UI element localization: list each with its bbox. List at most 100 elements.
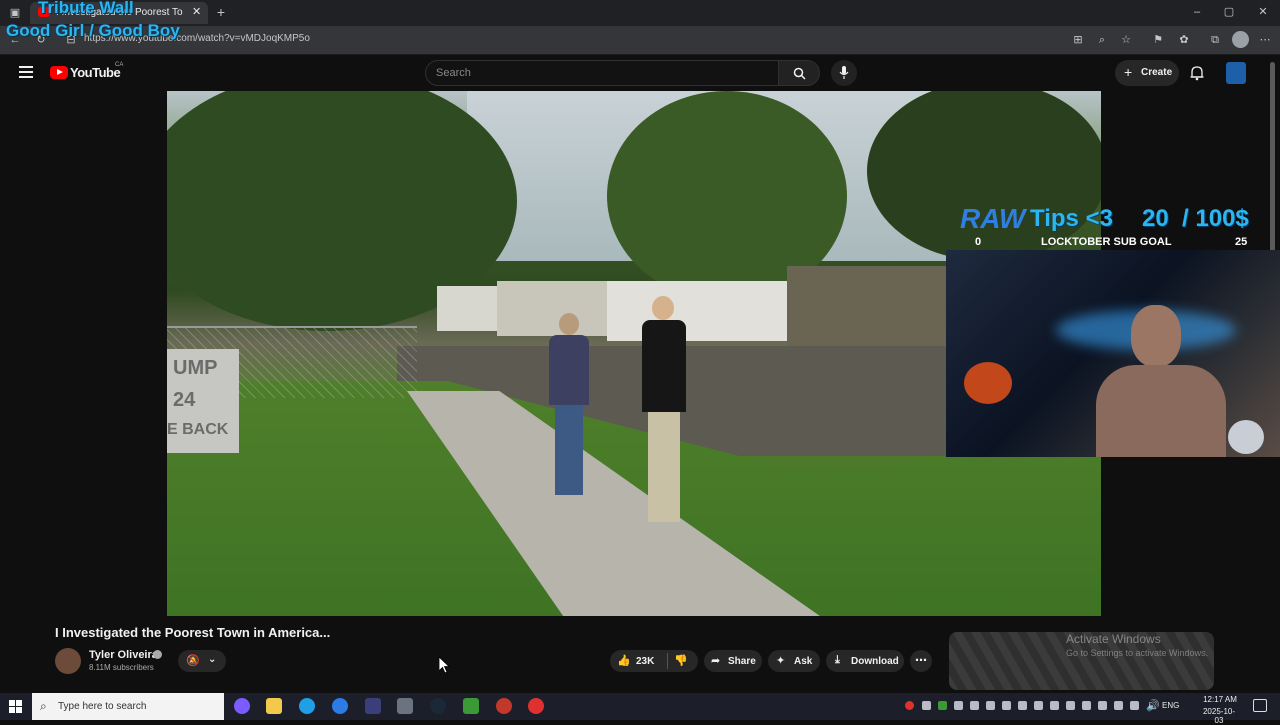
yard-sign-text: UMP	[173, 357, 218, 379]
sparkle-icon: ✦	[776, 655, 786, 667]
goal-label: LOCKTOBER SUB GOAL	[1041, 236, 1172, 248]
more-actions-button[interactable]: ⋯	[910, 650, 932, 672]
raw-logo-text: RAW	[960, 203, 1026, 234]
steam-icon[interactable]	[430, 698, 446, 714]
tips-progress: 20 / 100$	[1142, 205, 1249, 232]
verified-badge-icon	[153, 650, 162, 659]
tray-icon[interactable]	[1082, 701, 1091, 710]
favorite-star-icon[interactable]: ☆	[1119, 33, 1133, 47]
tab-actions-icon[interactable]: ▣	[8, 6, 22, 20]
tray-icon[interactable]	[1098, 701, 1107, 710]
app-icon[interactable]	[463, 698, 479, 714]
ask-button[interactable]: ✦ Ask	[768, 650, 820, 672]
voice-search-button[interactable]	[831, 60, 857, 86]
goal-end-value: 25	[1235, 236, 1248, 248]
settings-gear-icon[interactable]	[397, 698, 413, 714]
zoom-icon[interactable]: ⌕	[1095, 33, 1109, 47]
video-house	[787, 266, 947, 356]
ask-label: Ask	[794, 656, 813, 667]
more-dots-icon: ⋯	[915, 653, 927, 667]
tips-label: Tips <3	[1030, 205, 1113, 232]
page-scrollbar[interactable]	[1270, 62, 1275, 252]
taskbar-search-box[interactable]: ⌕ Type here to search	[32, 693, 224, 720]
tray-icon[interactable]	[938, 701, 947, 710]
video-person-left	[549, 313, 589, 503]
activate-windows-subtitle: Go to Settings to activate Windows.	[1066, 648, 1209, 658]
maximize-icon[interactable]: ▢	[1222, 5, 1236, 19]
youtube-logo-icon[interactable]	[50, 66, 68, 79]
share-label: Share	[728, 656, 756, 667]
share-button[interactable]: ➦ Share	[704, 650, 762, 672]
windows-taskbar: ⌕ Type here to search 🔊 ENG 12:17 AM 202…	[0, 693, 1280, 725]
download-button[interactable]: ⤓ Download	[826, 650, 904, 672]
collections-icon[interactable]: ⧉	[1208, 33, 1222, 47]
channel-name[interactable]: Tyler Oliveira	[89, 649, 158, 661]
notifications-center-icon[interactable]	[1253, 699, 1267, 712]
tray-icon[interactable]	[1050, 701, 1059, 710]
tray-icon[interactable]	[954, 701, 963, 710]
language-indicator[interactable]: ENG	[1162, 701, 1179, 710]
extensions-puzzle-icon[interactable]: ✿	[1177, 33, 1191, 47]
subscription-button[interactable]: 🔕 ⌄	[178, 650, 226, 672]
notifications-bell-icon[interactable]	[1190, 65, 1204, 81]
dislike-icon[interactable]: 👎	[674, 654, 688, 667]
clock-date[interactable]: 2025-10-03	[1199, 707, 1239, 725]
tray-icon[interactable]	[1066, 701, 1075, 710]
tray-icon[interactable]	[1130, 701, 1139, 710]
app-available-icon[interactable]: ⊞	[1071, 33, 1085, 47]
streamer-body	[1096, 365, 1226, 457]
edge-browser-icon[interactable]	[299, 698, 315, 714]
tray-icon[interactable]	[1002, 701, 1011, 710]
like-count[interactable]: 23K	[636, 656, 654, 667]
app-icon[interactable]	[496, 698, 512, 714]
profile-avatar[interactable]	[1232, 31, 1249, 48]
app-icon[interactable]	[332, 698, 348, 714]
tray-icon[interactable]	[1018, 701, 1027, 710]
browser-menu-icon[interactable]: ⋯	[1258, 33, 1272, 47]
pumpkin-decoration	[964, 362, 1012, 404]
menu-hamburger-icon[interactable]	[19, 66, 33, 78]
search-icon	[793, 67, 806, 80]
goal-start-value: 0	[975, 236, 982, 248]
tray-icon[interactable]	[970, 701, 979, 710]
youtube-logo-text[interactable]: YouTube	[70, 65, 121, 80]
browser-tab-bar: ▣ I Investigated the Poorest To ✕ + – ▢ …	[0, 0, 1280, 26]
mouse-cursor-icon	[439, 657, 450, 674]
video-person-right	[642, 296, 686, 531]
extension-icon[interactable]: ⚑	[1151, 33, 1165, 47]
tray-icon[interactable]	[986, 701, 995, 710]
new-tab-icon[interactable]: +	[214, 5, 228, 19]
divider	[667, 653, 668, 669]
notifications-off-icon: 🔕	[186, 655, 200, 667]
windows-start-icon[interactable]	[9, 700, 22, 713]
like-icon[interactable]: 👍	[617, 654, 631, 667]
plus-icon: +	[1124, 64, 1133, 80]
microphone-icon	[839, 66, 849, 79]
search-input[interactable]: Search	[425, 60, 779, 86]
search-button[interactable]	[778, 60, 820, 86]
video-title: I Investigated the Poorest Town in Ameri…	[55, 625, 331, 640]
good-girl-boy-overlay: Good Girl / Good Boy	[6, 21, 180, 40]
webcam-ornament	[1228, 420, 1264, 454]
app-icon[interactable]	[365, 698, 381, 714]
obs-record-icon[interactable]	[528, 698, 544, 714]
minimize-icon[interactable]: –	[1190, 5, 1204, 19]
tab-close-icon[interactable]: ✕	[192, 5, 201, 18]
webcam-overlay	[946, 250, 1280, 457]
video-yard-sign: UMP 24 E BACK	[167, 349, 239, 453]
create-button[interactable]: + Create	[1115, 60, 1179, 86]
tray-icon[interactable]	[1034, 701, 1043, 710]
address-bar-row: ← ↻ ⊟ https://www.youtube.com/watch?v=vM…	[0, 26, 1280, 55]
tray-icon[interactable]	[905, 701, 914, 710]
close-window-icon[interactable]: ✕	[1256, 5, 1270, 19]
copilot-icon[interactable]	[234, 698, 250, 714]
tray-icon[interactable]	[1114, 701, 1123, 710]
channel-avatar[interactable]	[55, 648, 81, 674]
share-arrow-icon: ➦	[711, 655, 721, 667]
speaker-icon[interactable]: 🔊	[1146, 699, 1160, 712]
channel-avatar[interactable]	[1226, 62, 1246, 84]
clock-time[interactable]: 12:17 AM	[1202, 695, 1238, 704]
tray-icon[interactable]	[922, 701, 931, 710]
region-code: CA	[115, 62, 124, 68]
file-explorer-icon[interactable]	[266, 698, 282, 714]
